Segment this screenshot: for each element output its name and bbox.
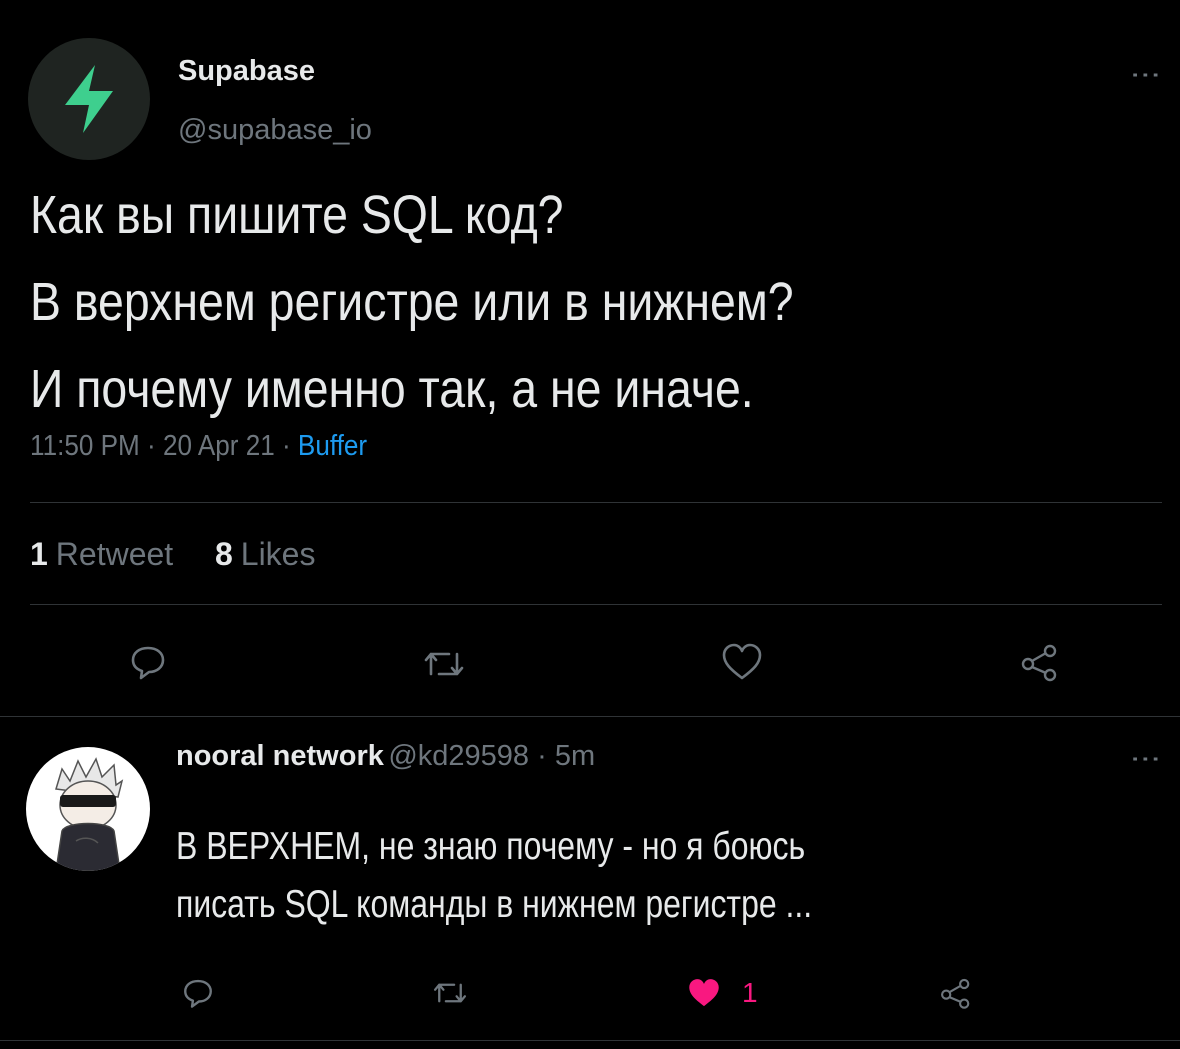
divider xyxy=(30,604,1162,605)
tweet-time[interactable]: 11:50 PM xyxy=(30,430,140,462)
like-count: 8 xyxy=(214,536,233,572)
reply-like-count: 1 xyxy=(742,977,758,1008)
retweet-label: Retweet xyxy=(55,536,174,572)
reply-time[interactable]: 5m xyxy=(555,740,595,772)
reply-text-line: писать SQL команды в нижнем регистре ... xyxy=(176,883,813,926)
reply-bubble-icon[interactable] xyxy=(178,975,218,1011)
supabase-avatar[interactable] xyxy=(28,38,150,160)
reply-bubble-icon[interactable] xyxy=(126,640,170,684)
more-vertical-icon[interactable]: ⋮ xyxy=(1129,744,1162,772)
lightning-bolt-icon xyxy=(65,65,113,133)
retweet-count: 1 xyxy=(30,536,48,572)
divider xyxy=(30,502,1162,503)
retweet-icon[interactable] xyxy=(428,975,472,1011)
reply-author-handle[interactable]: @kd29598 xyxy=(388,740,529,772)
anime-character-avatar-icon xyxy=(55,757,124,871)
tweet-text-line: В верхнем регистре или в нижнем? xyxy=(30,272,794,332)
heart-icon[interactable] xyxy=(718,640,766,684)
meta-separator: · xyxy=(529,740,555,772)
reply-author-name[interactable]: nooral network xyxy=(176,740,384,772)
author-handle[interactable]: @supabase_io xyxy=(178,114,372,147)
meta-separator: · xyxy=(139,430,163,462)
tweet-source-link[interactable]: Buffer xyxy=(298,430,367,462)
heart-icon[interactable] xyxy=(682,975,726,1011)
reply-text-line: В ВЕРХНЕМ, не знаю почему - но я боюсь xyxy=(176,825,806,868)
more-vertical-icon[interactable]: ⋮ xyxy=(1129,60,1162,88)
reply-text: В ВЕРХНЕМ, не знаю почему - но я боюсь п… xyxy=(176,818,963,934)
tweet-text: Как вы пишите SQL код? В верхнем регистр… xyxy=(30,172,976,433)
tweet-text-line: И почему именно так, а не иначе. xyxy=(30,359,754,419)
like-label: Likes xyxy=(240,536,316,572)
tweet-text-line: Как вы пишите SQL код? xyxy=(30,185,564,245)
reply-header: nooral network @kd29598 · 5m xyxy=(176,740,595,773)
divider xyxy=(0,1040,1180,1041)
tweet-meta: 11:50 PM · 20 Apr 21 · Buffer xyxy=(30,430,367,463)
share-icon[interactable] xyxy=(1016,640,1064,684)
author-name[interactable]: Supabase xyxy=(178,55,315,88)
likes-stat[interactable]: 8 Likes xyxy=(215,536,316,572)
share-icon[interactable] xyxy=(934,975,978,1011)
retweet-icon[interactable] xyxy=(420,642,468,686)
tweet-stats: 1 Retweet 8 Likes xyxy=(30,536,315,573)
retweets-stat[interactable]: 1 Retweet xyxy=(30,536,173,572)
meta-separator: · xyxy=(274,430,298,462)
reply-avatar[interactable] xyxy=(26,747,150,871)
tweet-date[interactable]: 20 Apr 21 xyxy=(163,430,275,462)
divider xyxy=(0,716,1180,717)
